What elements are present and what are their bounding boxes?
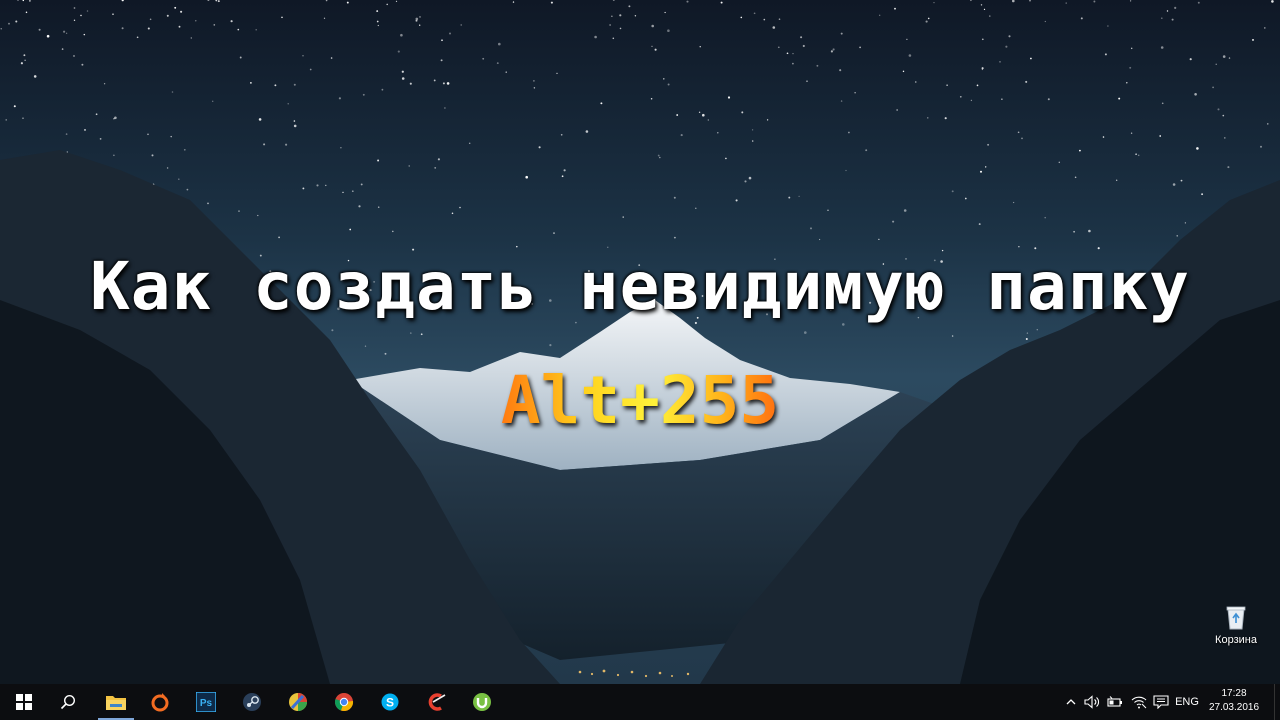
- hotkey-text: Alt+255: [0, 362, 1280, 439]
- taskbar-app-utorrent[interactable]: [458, 684, 506, 720]
- speaker-icon: [1084, 695, 1099, 709]
- photoshop-label: Ps: [200, 698, 213, 709]
- taskbar-app-steam[interactable]: [228, 684, 276, 720]
- clock-time: 17:28: [1221, 688, 1247, 699]
- taskbar: Ps S ENG 17:28 27.03.2016: [0, 684, 1280, 720]
- tray-clock[interactable]: 17:28 27.03.2016: [1204, 687, 1264, 715]
- taskbar-app-skype[interactable]: S: [366, 684, 414, 720]
- search-icon: [60, 694, 76, 710]
- origin-icon: [151, 693, 169, 712]
- tray-volume-button[interactable]: [1082, 684, 1102, 720]
- tray-network-button[interactable]: [1128, 684, 1150, 720]
- recycle-bin-label: Корзина: [1215, 634, 1257, 646]
- language-indicator: ENG: [1175, 696, 1199, 708]
- taskbar-app-origin[interactable]: [136, 684, 184, 720]
- headline-text: Как создать невидимую папку: [90, 248, 1190, 325]
- chevron-up-icon: [1066, 699, 1076, 705]
- recycle-bin-icon: [1226, 606, 1246, 630]
- windows-start-icon: [16, 694, 32, 710]
- taskbar-app-ccleaner[interactable]: [412, 684, 460, 720]
- utorrent-icon: [473, 693, 491, 711]
- taskbar-app-chrome[interactable]: [320, 684, 368, 720]
- tray-battery-button[interactable]: [1104, 684, 1126, 720]
- tray-action-center-button[interactable]: [1150, 684, 1172, 720]
- ccleaner-icon: [428, 693, 446, 711]
- skype-icon: S: [381, 693, 399, 711]
- hotkey-label: Alt+255: [500, 362, 780, 439]
- desktop[interactable]: Как создать невидимую папку Alt+255 Корз…: [0, 0, 1280, 684]
- desktop-icon-recycle-bin[interactable]: Корзина: [1196, 604, 1276, 646]
- clock-date: 27.03.2016: [1208, 702, 1260, 713]
- search-button[interactable]: [44, 684, 92, 720]
- taskbar-app-photoshop[interactable]: Ps: [182, 684, 230, 720]
- photoshop-icon: Ps: [196, 692, 216, 712]
- tray-language-button[interactable]: ENG: [1172, 684, 1202, 720]
- steam-icon: [243, 693, 261, 711]
- notification-icon: [1153, 695, 1169, 709]
- start-button[interactable]: [0, 684, 48, 720]
- show-desktop-button[interactable]: [1274, 684, 1280, 720]
- battery-icon: [1107, 696, 1122, 707]
- chrome-icon: [334, 693, 354, 712]
- taskbar-app-paint[interactable]: [274, 684, 322, 720]
- taskbar-app-file-explorer[interactable]: [92, 684, 140, 720]
- svg-text:S: S: [386, 696, 394, 710]
- tray-show-hidden-button[interactable]: [1062, 684, 1080, 720]
- paint-icon: [289, 693, 307, 711]
- wifi-icon: [1131, 696, 1147, 709]
- folder-icon: [106, 696, 126, 710]
- wallpaper-mountain-night: [0, 0, 1280, 684]
